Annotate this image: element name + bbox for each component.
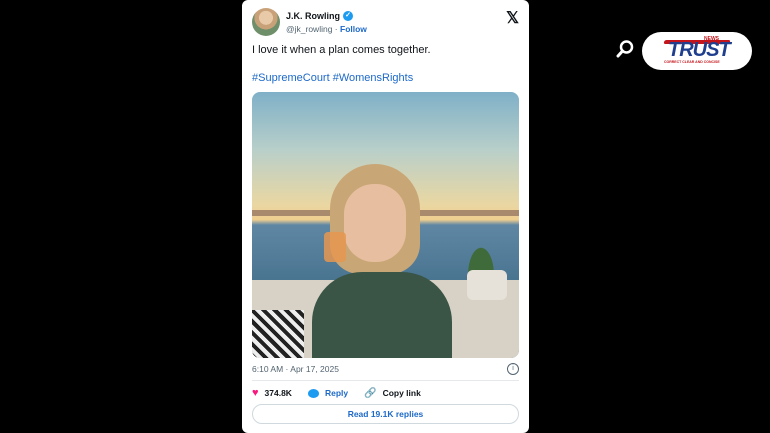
- hashtag-row: #SupremeCourt #WomensRights: [252, 72, 413, 84]
- verified-badge-icon: ✓: [343, 11, 353, 21]
- brand-logo[interactable]: NEWS TRUST CORRECT CLEAR AND CONCISE: [642, 32, 752, 70]
- tweet-photo[interactable]: [252, 92, 519, 358]
- handle-separator: ·: [332, 24, 340, 34]
- photo-person-body: [312, 272, 452, 358]
- reply-icon: [307, 388, 319, 398]
- link-icon: 🔗: [364, 387, 377, 399]
- action-bar: ♥ 374.8K Reply 🔗 Copy link: [252, 387, 421, 399]
- copy-link-button[interactable]: 🔗 Copy link: [364, 388, 421, 399]
- info-icon[interactable]: i: [507, 363, 519, 375]
- tweet-timestamp[interactable]: 6:10 AM · Apr 17, 2025: [252, 364, 339, 374]
- tweet-header: J.K. Rowling ✓ @jk_rowling · Follow 𝕏: [252, 8, 519, 38]
- handle-row: @jk_rowling · Follow: [286, 24, 367, 34]
- like-count: 374.8K: [264, 388, 292, 398]
- heart-icon: ♥: [252, 387, 259, 399]
- avatar[interactable]: [252, 8, 280, 36]
- photo-glass: [324, 232, 346, 262]
- logo-text: TRUST: [668, 39, 731, 61]
- search-icon[interactable]: [616, 40, 634, 58]
- author-handle[interactable]: @jk_rowling: [286, 24, 332, 34]
- tweet-text: I love it when a plan comes together.: [252, 44, 431, 56]
- like-button[interactable]: ♥ 374.8K: [252, 387, 292, 399]
- x-logo-icon[interactable]: 𝕏: [506, 8, 519, 28]
- logo-subtitle: CORRECT CLEAR AND CONCISE: [664, 60, 720, 64]
- copy-link-label: Copy link: [382, 388, 421, 398]
- read-replies-button[interactable]: Read 19.1K replies: [252, 404, 519, 424]
- photo-pot: [467, 270, 507, 300]
- author-row: J.K. Rowling ✓: [286, 11, 353, 21]
- reply-button[interactable]: Reply: [307, 388, 349, 398]
- hashtag-supremecourt[interactable]: #SupremeCourt: [252, 72, 330, 84]
- author-name[interactable]: J.K. Rowling: [286, 11, 340, 21]
- follow-button[interactable]: Follow: [340, 24, 367, 34]
- photo-person-face: [344, 184, 406, 262]
- hashtag-womensrights[interactable]: #WomensRights: [333, 72, 414, 84]
- reply-label: Reply: [324, 388, 349, 398]
- divider: [252, 380, 519, 381]
- photo-cushion: [252, 310, 304, 358]
- tweet-embed-card: J.K. Rowling ✓ @jk_rowling · Follow 𝕏 I …: [242, 0, 529, 433]
